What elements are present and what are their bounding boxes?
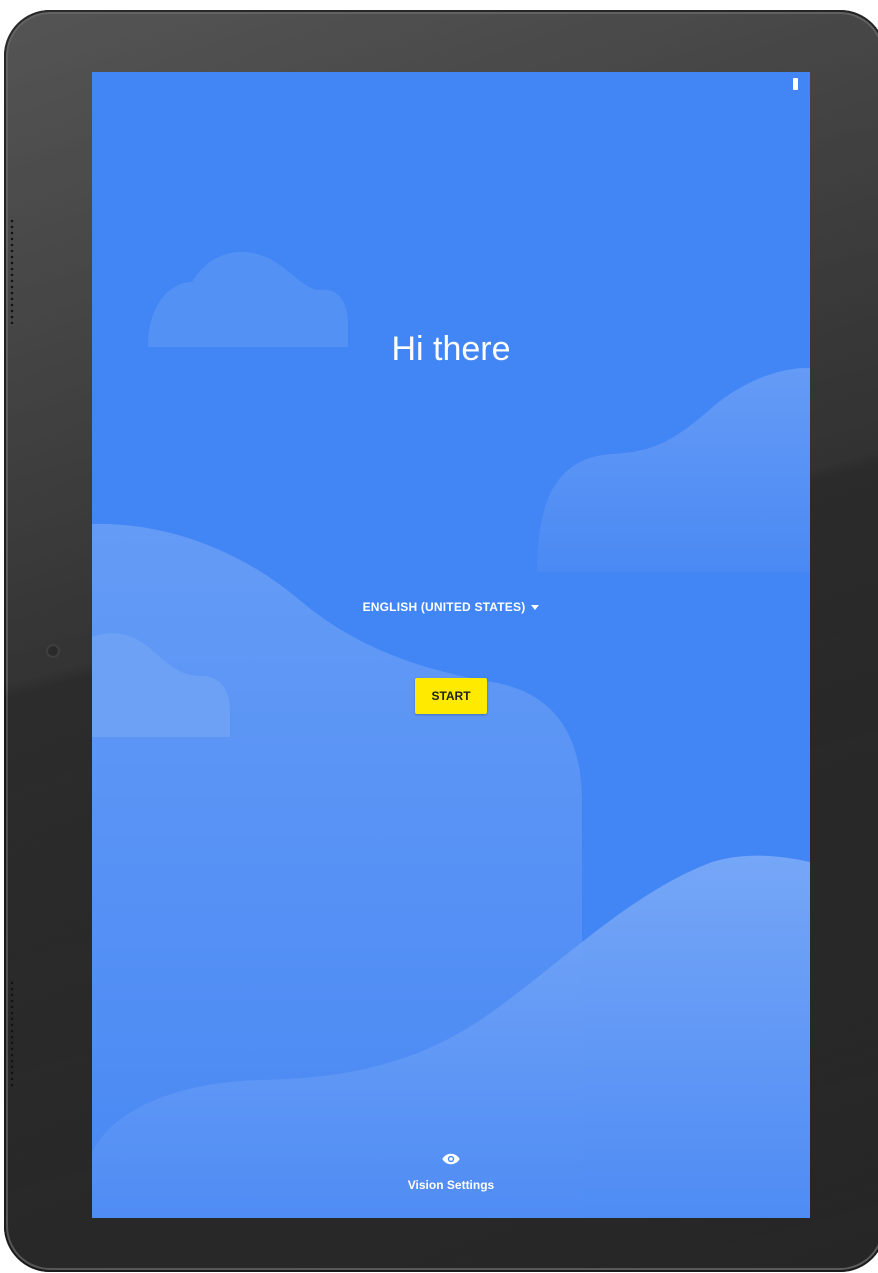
front-camera [48, 646, 58, 656]
language-selector-label: ENGLISH (UNITED STATES) [362, 600, 526, 614]
welcome-title: Hi there [391, 330, 511, 368]
speaker-grille-top [10, 218, 14, 324]
vision-settings-label: Vision Settings [407, 1178, 495, 1192]
battery-icon [793, 78, 798, 90]
cloud-right [537, 367, 810, 572]
chevron-down-icon [531, 605, 540, 611]
start-button[interactable]: START [415, 678, 487, 714]
language-selector[interactable]: ENGLISH (UNITED STATES) [92, 600, 810, 614]
vision-settings-button[interactable]: Vision Settings [92, 1152, 810, 1194]
speaker-grille-bottom [10, 980, 14, 1090]
setup-welcome-screen: Hi there ENGLISH (UNITED STATES) START V… [92, 72, 810, 1218]
eye-icon [442, 1153, 460, 1165]
cloud-background [92, 251, 810, 1218]
